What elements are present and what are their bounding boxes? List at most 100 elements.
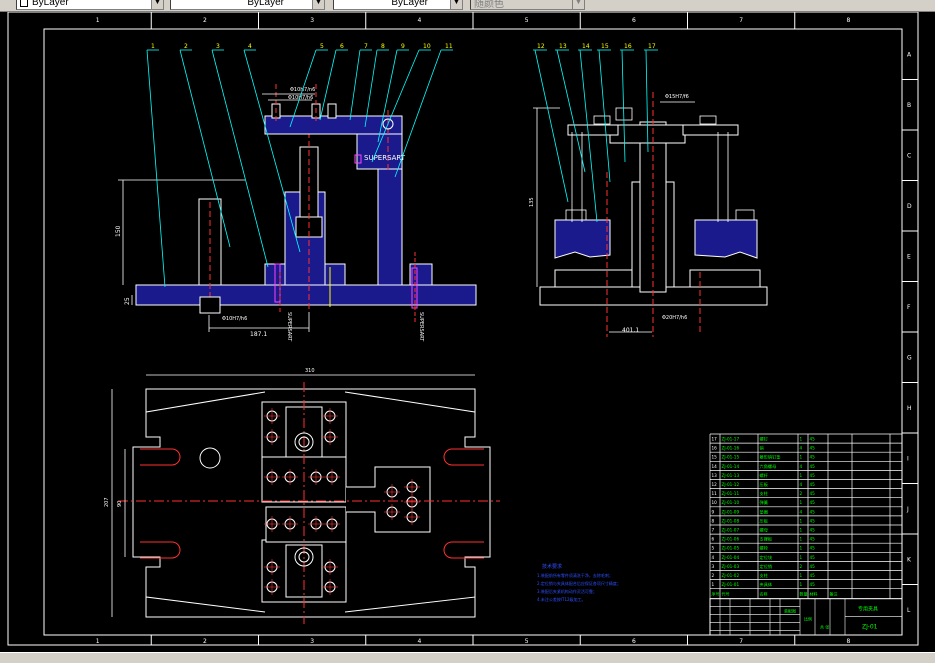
notes-line: 2.定位销与夹具体配合后应保证各项尺寸精度； xyxy=(537,580,621,586)
frame-row-label: H xyxy=(907,405,912,412)
parts-list-cell: 45 xyxy=(810,509,816,514)
frame-row-label: D xyxy=(907,203,912,210)
parts-list-cell: 1 xyxy=(800,546,803,551)
parts-list-cell: 螺钉 xyxy=(760,436,769,443)
chevron-down-icon[interactable]: ▼ xyxy=(151,0,163,9)
parts-list-cell: ZJ-01-17 xyxy=(722,437,740,442)
parts-list-header: 代号 xyxy=(722,591,730,597)
chevron-down-icon[interactable]: ▼ xyxy=(312,0,324,9)
parts-list-header: 材料 xyxy=(810,591,818,597)
dim-fit-bottom-text: Φ10H7/h6 xyxy=(222,316,247,322)
parts-list-cell: 7 xyxy=(712,528,715,533)
leader-number: 14 xyxy=(582,43,590,50)
lineweight-dropdown[interactable]: ByLayer ▼ xyxy=(333,0,463,10)
frame-column-label: 4 xyxy=(417,638,421,645)
parts-list-cell: ZJ-01-14 xyxy=(722,464,740,469)
leader-number: 11 xyxy=(445,43,453,50)
side-view: 135 401.1 Φ20H7/h6 Φ15H7/f6 12 13 14 15 16 17 xyxy=(529,43,768,337)
parts-list-cell: ZJ-01-09 xyxy=(722,509,740,514)
parts-list-cell: 支柱 xyxy=(760,490,769,497)
parts-list-cell: 5 xyxy=(712,546,715,551)
parts-list-cell: 4 xyxy=(800,482,803,487)
parts-list-cell: 六角螺母 xyxy=(760,463,777,470)
parts-list-cell: 45 xyxy=(810,573,816,578)
parts-list-cell: 14 xyxy=(712,464,718,469)
linetype-dropdown[interactable]: ByLayer ▼ xyxy=(170,0,325,10)
sheet-label: 共 张 xyxy=(820,624,829,630)
leader-number: 5 xyxy=(320,43,324,50)
parts-list-cell: 45 xyxy=(810,482,816,487)
frame-column-label: 3 xyxy=(310,17,314,24)
frame-column-label: 6 xyxy=(632,17,636,24)
leader-number: 7 xyxy=(364,43,368,50)
frame-column-label: 6 xyxy=(632,638,636,645)
frame-column-label: 7 xyxy=(739,17,743,24)
notes-line: 3.装配后夹紧机构动作灵活可靠； xyxy=(537,588,597,594)
frame-row-label: A xyxy=(907,51,912,58)
frame-row-labels: A B C D E F G H I J K L xyxy=(902,51,918,614)
linetype-value: ByLayer xyxy=(247,0,284,8)
parts-list-cell: 销 xyxy=(760,445,764,452)
dim-height-text: 150 xyxy=(115,225,122,237)
parts-list-cell: 1 xyxy=(800,573,803,578)
parts-list-cell: 垫圈 xyxy=(760,508,768,515)
plotstyle-value: 随颜色 xyxy=(474,0,504,10)
properties-toolbar: ByLayer ▼ ByLayer ▼ ByLayer ▼ 随颜色 ▼ xyxy=(0,0,935,12)
chevron-down-icon[interactable]: ▼ xyxy=(572,0,584,9)
top-view: 310 207 90 xyxy=(104,368,500,624)
frame-column-label: 8 xyxy=(846,17,850,24)
parts-list-cell: ZJ-01-02 xyxy=(722,573,740,578)
parts-list-cell: 1 xyxy=(800,518,803,523)
frame-row-label: J xyxy=(906,506,909,513)
parts-list-cell: 45 xyxy=(810,564,816,569)
parts-list-cell: 45 xyxy=(810,455,816,460)
dim-length-text: 187.1 xyxy=(250,331,267,338)
leader-number: 3 xyxy=(216,43,220,50)
frame-row-label: I xyxy=(907,455,909,462)
parts-list-cell: 1 xyxy=(800,437,803,442)
parts-list-cell: 1 xyxy=(800,455,803,460)
chevron-down-icon[interactable]: ▼ xyxy=(450,0,462,9)
frame-column-label: 1 xyxy=(96,638,100,645)
parts-list-cell: 16 xyxy=(712,446,718,451)
color-swatch-icon xyxy=(20,0,28,7)
parts-list-cell: ZJ-01-13 xyxy=(722,473,740,478)
supersart-vertical-label: SUPERSART xyxy=(286,312,292,342)
parts-list-cell: 4 xyxy=(800,509,803,514)
parts-list-cell: 定位销 xyxy=(760,563,773,570)
parts-list-header: 数量 xyxy=(800,591,808,597)
notes-line: 4.未注公差按IT12级加工。 xyxy=(537,596,586,602)
leader-number: 12 xyxy=(537,43,545,50)
drawing-canvas[interactable]: 1122334455667788 ABCDEFGHIJKL 150 25 Φ10… xyxy=(0,12,935,652)
leader-number: 16 xyxy=(624,43,632,50)
parts-list-cell: 1 xyxy=(800,473,803,478)
leader-number: 10 xyxy=(423,43,431,50)
top-dim-width-text: 310 xyxy=(305,368,315,374)
parts-list-cell: 45 xyxy=(810,555,816,560)
supersart-vertical-label: SUPERSART xyxy=(418,312,424,342)
leader-number: 4 xyxy=(248,43,252,50)
parts-list-cell: 1 xyxy=(712,582,715,587)
parts-list-cell: ZJ-01-12 xyxy=(722,482,740,487)
parts-list-cell: ZJ-01-04 xyxy=(722,555,740,560)
leader-number: 13 xyxy=(559,43,567,50)
parts-list-cell: 9 xyxy=(712,509,715,514)
frame-column-label: 7 xyxy=(739,638,743,645)
frame-row-label: L xyxy=(907,607,911,614)
parts-list-cell: ZJ-01-15 xyxy=(722,455,740,460)
leader-number: 2 xyxy=(184,43,188,50)
parts-list-cell: 定位块 xyxy=(760,554,773,561)
frame-column-label: 8 xyxy=(846,638,850,645)
top-dim-inner-text: 90 xyxy=(117,501,123,507)
plotstyle-dropdown[interactable]: 随颜色 ▼ xyxy=(470,0,585,10)
notes-title: 技术要求 xyxy=(542,563,562,570)
parts-list-cell: 支撑板 xyxy=(760,536,773,543)
parts-list-cell: 螺母 xyxy=(760,527,768,534)
side-dim-length-text: 401.1 xyxy=(622,327,639,334)
parts-list-cell: 4 xyxy=(800,464,803,469)
parts-list-cell: 45 xyxy=(810,437,816,442)
color-dropdown[interactable]: ByLayer ▼ xyxy=(16,0,164,10)
parts-list-cell: 45 xyxy=(810,518,816,523)
frame-row-label: G xyxy=(907,354,912,361)
parts-list-cell: 45 xyxy=(810,582,816,587)
